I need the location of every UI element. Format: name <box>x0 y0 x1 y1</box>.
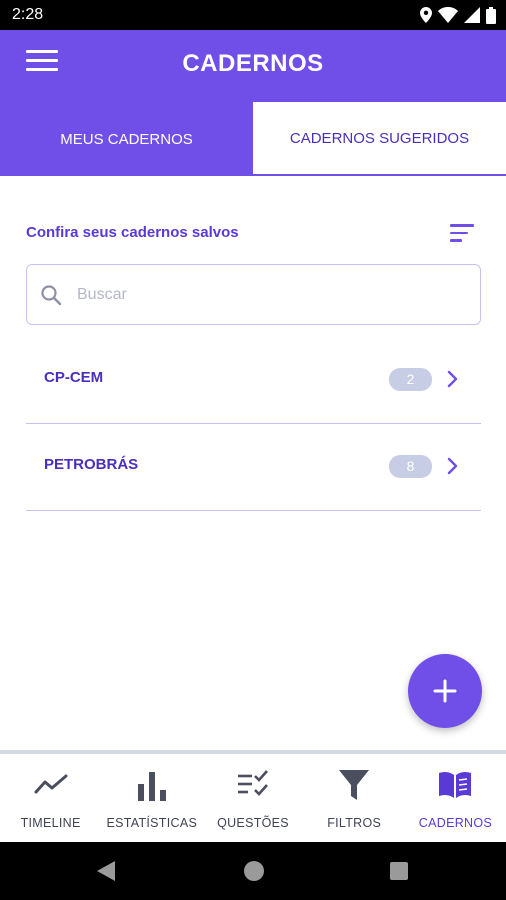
nav-item-estatisticas[interactable]: ESTATÍSTICAS <box>101 754 202 842</box>
wifi-icon <box>438 7 458 23</box>
nav-label: TIMELINE <box>20 816 81 830</box>
chevron-right-icon <box>447 370 458 388</box>
search-icon <box>41 285 62 306</box>
notebook-name: PETROBRÁS <box>44 456 139 473</box>
tab-bar: MEUS CADERNOS CADERNOS SUGERIDOS <box>0 102 506 176</box>
filter-icon <box>339 770 370 800</box>
nav-item-questoes[interactable]: QUESTÕES <box>202 754 303 842</box>
nav-label: QUESTÕES <box>217 816 289 830</box>
nav-label: FILTROS <box>327 816 382 830</box>
tab-cadernos-sugeridos[interactable]: CADERNOS SUGERIDOS <box>253 102 506 176</box>
status-icons <box>420 5 496 25</box>
bottom-navigation: TIMELINE ESTATÍSTICAS QUESTÕES FILTROS C… <box>0 750 506 842</box>
back-icon[interactable] <box>97 861 115 881</box>
status-time: 2:28 <box>12 6 44 23</box>
search-input[interactable] <box>77 279 457 311</box>
notebook-count-badge: 2 <box>389 368 432 391</box>
notebook-name: CP-CEM <box>44 369 104 386</box>
nav-label: CADERNOS <box>418 816 493 830</box>
section-label: Confira seus cadernos salvos <box>26 224 239 241</box>
timeline-icon <box>34 774 68 794</box>
system-navigation-bar <box>0 842 506 900</box>
tab-meus-cadernos[interactable]: MEUS CADERNOS <box>0 102 253 176</box>
search-box <box>26 264 481 325</box>
tab-label: MEUS CADERNOS <box>60 130 193 148</box>
app-bar: CADERNOS <box>0 30 506 102</box>
book-icon <box>439 771 472 798</box>
section-header: Confira seus cadernos salvos <box>26 224 480 246</box>
chevron-right-icon <box>447 457 458 475</box>
battery-icon <box>486 6 496 24</box>
nav-item-cadernos[interactable]: CADERNOS <box>405 754 506 842</box>
notebook-count-badge: 8 <box>389 455 432 478</box>
signal-icon <box>464 7 480 23</box>
sort-icon[interactable] <box>450 224 474 244</box>
recent-apps-icon[interactable] <box>390 862 408 880</box>
nav-item-timeline[interactable]: TIMELINE <box>0 754 101 842</box>
page-title: CADERNOS <box>182 50 324 77</box>
checklist-icon <box>238 770 268 796</box>
bar-chart-icon <box>137 772 166 801</box>
location-icon <box>420 7 432 23</box>
tab-label: CADERNOS SUGERIDOS <box>289 129 470 147</box>
nav-label: ESTATÍSTICAS <box>106 816 198 830</box>
home-icon[interactable] <box>244 861 264 881</box>
add-notebook-button[interactable] <box>408 654 482 728</box>
plus-icon <box>433 679 457 703</box>
notebook-item[interactable]: CP-CEM 2 <box>26 337 481 424</box>
nav-item-filtros[interactable]: FILTROS <box>304 754 405 842</box>
notebook-item[interactable]: PETROBRÁS 8 <box>26 424 481 511</box>
status-bar: 2:28 <box>0 0 506 30</box>
